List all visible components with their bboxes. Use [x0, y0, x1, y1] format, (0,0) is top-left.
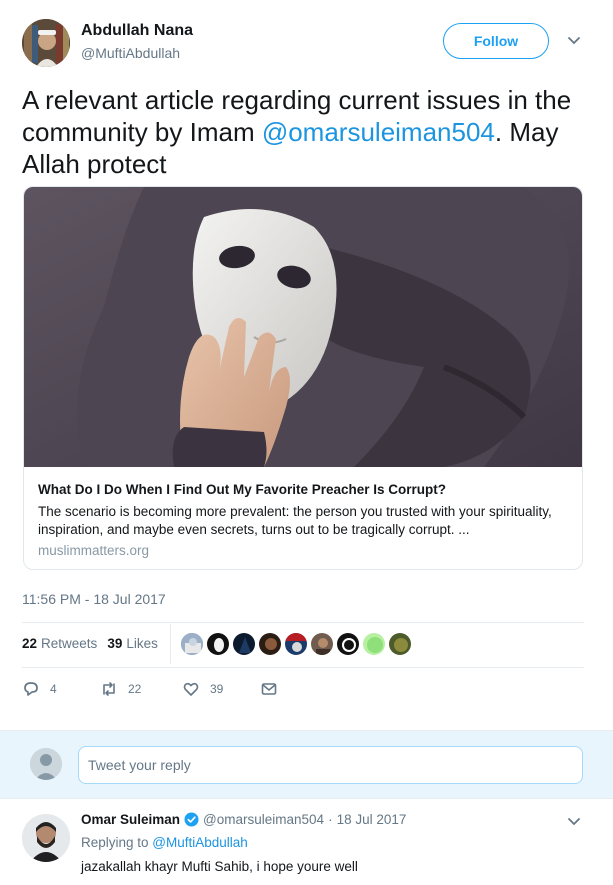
card-title[interactable]: What Do I Do When I Find Out My Favorite… [38, 482, 446, 497]
author-name[interactable]: Abdullah Nana [81, 22, 193, 40]
liker-avatar[interactable] [310, 632, 334, 656]
liker-avatar[interactable] [258, 632, 282, 656]
reply-author-avatar[interactable] [22, 814, 70, 862]
reply-text: jazakallah khayr Mufti Sahib, i hope you… [81, 859, 358, 874]
author-handle[interactable]: @MuftiAbdullah [81, 45, 180, 61]
tweet-actions: 4 22 39 [22, 680, 278, 698]
chevron-down-icon[interactable] [566, 816, 582, 828]
likes-stat[interactable]: 39 Likes [107, 636, 158, 651]
like-button[interactable]: 39 [182, 680, 260, 698]
reply-author-name[interactable]: Omar Suleiman [81, 812, 180, 827]
replying-to-mention[interactable]: @MuftiAbdullah [152, 835, 248, 850]
verified-icon [184, 812, 199, 827]
tweet-timestamp[interactable]: 11:56 PM - 18 Jul 2017 [22, 591, 166, 607]
tweet-stats: 22 Retweets 39 Likes [22, 636, 168, 651]
liker-avatar[interactable] [232, 632, 256, 656]
retweet-button[interactable]: 22 [100, 680, 182, 698]
link-card[interactable]: What Do I Do When I Find Out My Favorite… [23, 186, 583, 570]
replying-to-prefix: Replying to [81, 835, 153, 850]
author-avatar[interactable] [22, 19, 70, 67]
liker-avatar[interactable] [362, 632, 386, 656]
retweets-stat[interactable]: 22 Retweets [22, 636, 97, 651]
reply-icon [24, 682, 38, 696]
reply-header: Omar Suleiman @omarsuleiman504 · 18 Jul … [81, 812, 406, 827]
card-image [24, 187, 582, 467]
likes-stat-count: 39 [107, 636, 123, 651]
reply-tweet[interactable]: Omar Suleiman @omarsuleiman504 · 18 Jul … [0, 800, 613, 885]
liker-avatar[interactable] [206, 632, 230, 656]
likes-stat-label: Likes [126, 636, 158, 651]
direct-message-icon [261, 683, 277, 695]
reply-composer [0, 730, 613, 799]
follow-button[interactable]: Follow [443, 23, 549, 59]
retweet-icon [103, 682, 115, 696]
liker-avatars [180, 632, 414, 656]
liker-avatar[interactable] [388, 632, 412, 656]
reply-author-handle[interactable]: @omarsuleiman504 [203, 812, 324, 827]
retweets-stat-count: 22 [22, 636, 38, 651]
divider [22, 622, 584, 623]
like-count: 39 [210, 682, 224, 696]
liker-avatar[interactable] [284, 632, 308, 656]
heart-icon [183, 682, 199, 696]
reply-input[interactable] [78, 746, 583, 784]
divider [170, 624, 171, 664]
divider [22, 667, 584, 668]
retweet-count: 22 [128, 682, 142, 696]
mention-link[interactable]: @omarsuleiman504 [262, 117, 495, 147]
reply-button[interactable]: 4 [22, 680, 100, 698]
reply-count: 4 [50, 682, 57, 696]
chevron-down-icon[interactable] [566, 35, 582, 47]
user-avatar [30, 748, 62, 780]
direct-message-button[interactable] [260, 680, 278, 698]
card-domain[interactable]: muslimmatters.org [38, 543, 149, 558]
retweets-stat-label: Retweets [41, 636, 98, 651]
card-description: The scenario is becoming more prevalent:… [38, 504, 552, 537]
tweet-text: A relevant article regarding current iss… [22, 84, 592, 180]
liker-avatar[interactable] [180, 632, 204, 656]
liker-avatar[interactable] [336, 632, 360, 656]
reply-date[interactable]: 18 Jul 2017 [337, 812, 407, 827]
replying-to: Replying to @MuftiAbdullah [81, 835, 248, 850]
separator-dot: · [328, 812, 333, 827]
